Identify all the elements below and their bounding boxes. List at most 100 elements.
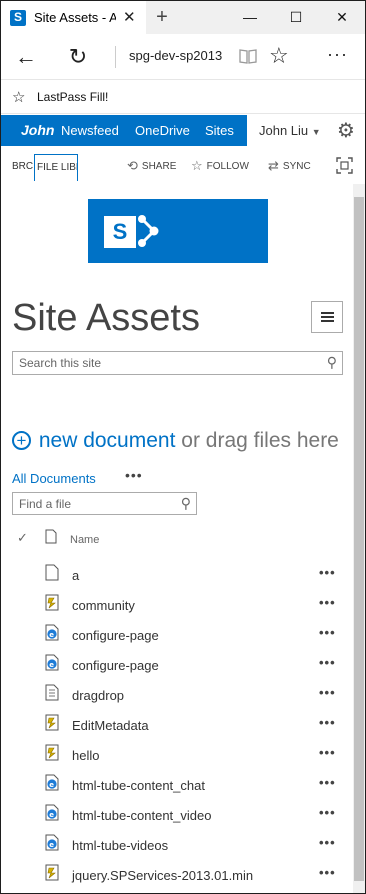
find-file-placeholder: Find a file [19,497,72,511]
list-item[interactable]: jquery.SPServices-2013.01.min ••• [1,864,353,893]
gear-icon[interactable]: ⚙ [337,118,355,143]
suite-link-newsfeed[interactable]: Newsfeed [61,123,119,138]
site-logo[interactable]: S [88,199,268,263]
more-icon[interactable]: ··· [327,44,348,65]
find-file-input[interactable]: Find a file ⚲ [12,492,197,515]
file-name-link[interactable]: hello [72,748,99,763]
sync-button[interactable]: ⇄ SYNC [268,158,311,174]
url-divider [115,46,116,68]
page-content: S Site Assets Search this site ⚲ + new d… [1,184,353,893]
star-icon: ☆ [191,158,203,173]
item-more-ellipsis-icon[interactable]: ••• [319,625,336,640]
select-all-checkmark-icon[interactable]: ✓ [17,530,28,546]
html-file-icon: e [45,624,59,641]
follow-button[interactable]: ☆ FOLLOW [191,158,249,174]
column-name-header[interactable]: Name [70,534,99,546]
sync-icon: ⇄ [268,158,279,173]
list-header: ✓ Name [1,529,353,551]
new-document-link[interactable]: new document [39,429,176,452]
focus-mode-icon[interactable] [336,157,353,174]
item-more-ellipsis-icon[interactable]: ••• [319,805,336,820]
search-icon[interactable]: ⚲ [181,495,191,512]
document-type-icon [45,529,57,544]
js-file-icon [45,864,59,881]
html-file-icon: e [45,834,59,851]
chevron-down-icon: ▼ [311,127,321,137]
file-name-link[interactable]: dragdrop [72,688,124,703]
maximize-button[interactable]: ☐ [273,1,319,34]
html-file-icon: e [45,804,59,821]
favorites-bar: ☆ LastPass Fill! [1,79,365,114]
hamburger-line [321,320,334,322]
minimize-button[interactable]: — [227,1,273,34]
svg-text:e: e [49,661,54,669]
item-more-ellipsis-icon[interactable]: ••• [319,835,336,850]
page-title: Site Assets [12,297,200,339]
item-more-ellipsis-icon[interactable]: ••• [319,715,336,730]
browser-tab[interactable]: Site Assets - A ✕ [1,1,146,34]
scrollbar-thumb[interactable] [354,197,364,881]
user-name-text: John Liu [259,123,309,138]
drag-files-hint: or drag files here [181,429,339,452]
tab-browse[interactable]: BRC [12,161,33,172]
browser-window: Site Assets - A ✕ + — ☐ ✕ ← ↻ spg-dev-sp… [0,0,366,894]
url-text: spg-dev-sp2013 [129,48,223,63]
reading-view-icon[interactable] [239,47,257,65]
suite-link-onedrive[interactable]: OneDrive [135,123,190,138]
hamburger-line [321,312,334,314]
item-more-ellipsis-icon[interactable]: ••• [319,775,336,790]
add-circle-icon[interactable]: + [12,431,31,450]
file-name-link[interactable]: html-tube-content_video [72,808,211,823]
file-name-link[interactable]: configure-page [72,628,159,643]
file-name-link[interactable]: EditMetadata [72,718,149,733]
menu-button[interactable] [311,301,343,333]
tab-library-label: LIBR [60,162,77,173]
search-icon[interactable]: ⚲ [327,354,337,371]
address-bar: ← ↻ spg-dev-sp2013 ☆ ··· [1,34,365,79]
file-name-link[interactable]: community [72,598,135,613]
text-file-icon [45,684,59,701]
suite-brand[interactable]: John [21,122,54,138]
refresh-icon[interactable]: ↻ [63,42,93,72]
item-more-ellipsis-icon[interactable]: ••• [319,565,336,580]
favorite-star-icon[interactable]: ☆ [269,43,289,69]
item-more-ellipsis-icon[interactable]: ••• [319,685,336,700]
tab-title: Site Assets - A [34,10,116,25]
file-name-link[interactable]: jquery.SPServices-2013.01.min [72,868,253,883]
back-arrow-icon[interactable]: ← [11,42,41,72]
js-file-icon [45,744,59,761]
item-more-ellipsis-icon[interactable]: ••• [319,745,336,760]
suite-bar: John Newsfeed OneDrive Sites John Liu ▼ … [1,115,365,146]
tab-files-label: FILE [37,162,59,173]
item-more-ellipsis-icon[interactable]: ••• [319,865,336,880]
js-file-icon [45,594,59,611]
user-menu: John Liu ▼ ⚙ [247,115,365,146]
share-label: SHARE [141,161,177,172]
sharepoint-favicon-icon [10,10,26,26]
svg-text:e: e [49,811,54,819]
item-more-ellipsis-icon[interactable]: ••• [319,595,336,610]
url-field[interactable]: spg-dev-sp2013 [115,46,223,68]
user-name[interactable]: John Liu ▼ [259,123,321,138]
blank-file-icon [45,564,59,581]
view-all-documents[interactable]: All Documents [12,471,96,486]
share-button[interactable]: ⟲ SHARE [127,158,176,174]
follow-label: FOLLOW [206,161,249,172]
html-file-icon: e [45,654,59,671]
ribbon-bar: BRC FILE LIBR ⟲SHARE ☆FOLLOW ⇄SYNC [1,146,365,184]
item-more-ellipsis-icon[interactable]: ••• [319,655,336,670]
file-name-link[interactable]: configure-page [72,658,159,673]
favorite-lastpass[interactable]: LastPass Fill! [37,90,108,104]
tab-files[interactable]: FILE LIBR [34,154,78,181]
site-search-input[interactable]: Search this site ⚲ [12,351,343,375]
file-name-link[interactable]: html-tube-content_chat [72,778,205,793]
file-name-link[interactable]: html-tube-videos [72,838,168,853]
view-more-ellipsis-icon[interactable]: ••• [125,467,143,483]
suite-link-sites[interactable]: Sites [205,123,234,138]
js-file-icon [45,714,59,731]
tab-close-icon[interactable]: ✕ [123,8,136,26]
close-window-button[interactable]: ✕ [319,1,365,34]
hamburger-line [321,316,334,318]
new-tab-button[interactable]: + [151,5,173,29]
file-name-link[interactable]: a [72,568,79,583]
